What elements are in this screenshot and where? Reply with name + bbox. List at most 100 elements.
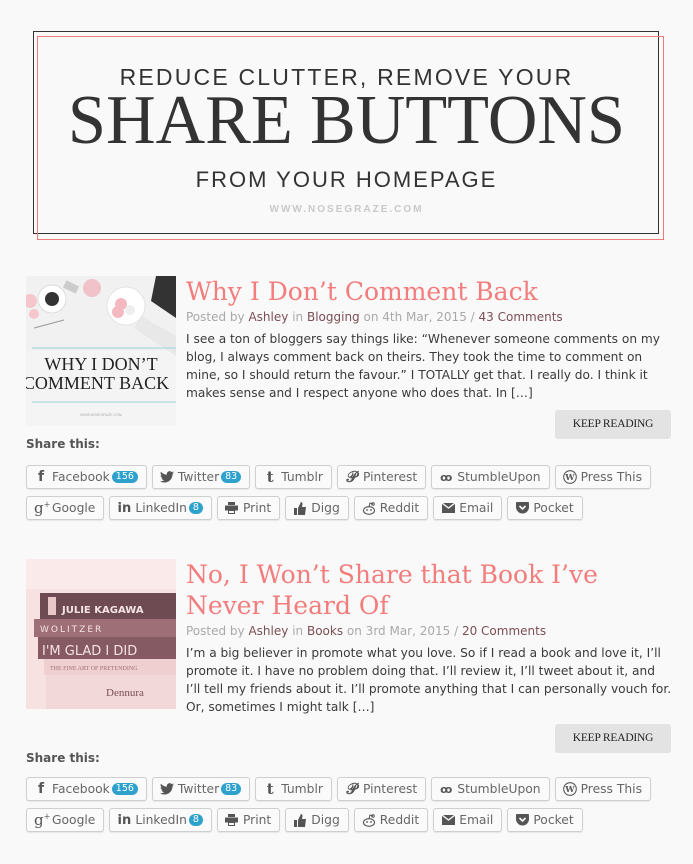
book-stack-image: JULIE KAGAWA WOLITZER I'M GLAD I DID THE… [26,559,176,709]
comments-link[interactable]: 20 Comments [462,624,546,638]
twitter-icon [159,783,174,795]
share-row-1: f Facebook 156 Twitter 83 t Tumblr 𝒫 Pinterest ꝏ S… [26,465,651,489]
share-google-button[interactable]: g+ Google [26,808,105,832]
comments-link[interactable]: 43 Comments [479,310,563,324]
post-excerpt: I’m a big believer in promote what you l… [186,646,672,714]
share-print-button[interactable]: Print [216,808,281,832]
google-plus-icon: g+ [34,499,51,517]
category-link[interactable]: Blogging [307,310,360,324]
share-button-label: LinkedIn [135,501,187,515]
wordpress-icon: W [562,470,577,484]
meta-in: in [292,310,304,324]
share-email-button[interactable]: Email [433,496,503,520]
share-facebook-button[interactable]: f Facebook 156 [26,777,147,801]
share-digg-button[interactable]: Digg [285,496,349,520]
share-pocket-button[interactable]: Pocket [507,496,583,520]
tumblr-icon: t [266,468,274,486]
post-meta: Posted by Ashley in Books on 3rd Mar, 20… [186,623,672,639]
share-reddit-button[interactable]: Reddit [353,496,429,520]
banner-url: WWW.NOSEGRAZE.COM [269,204,424,215]
share-digg-button[interactable]: Digg [285,808,349,832]
share-button-label: Google [52,501,96,515]
share-tumblr-button[interactable]: t Tumblr [255,465,332,489]
banner-line-3: FROM YOUR HOMEPAGE [195,167,498,192]
share-stumbleupon-button[interactable]: ꝏ StumbleUpon [431,777,550,801]
post-2: JULIE KAGAWA WOLITZER I'M GLAD I DID THE… [26,559,672,839]
share-google-button[interactable]: g+ Google [26,496,105,520]
pinterest-icon: 𝒫 [346,468,358,486]
share-label: Share this: [26,437,100,451]
email-icon [441,815,455,825]
share-press-this-button[interactable]: W Press This [554,777,651,801]
share-twitter-button[interactable]: Twitter 83 [151,777,251,801]
linkedin-icon: in [117,812,132,828]
share-button-label: Press This [580,782,642,796]
pinterest-icon: 𝒫 [346,780,358,798]
svg-text:W: W [564,784,575,794]
share-linkedin-button[interactable]: in LinkedIn 8 [109,808,212,832]
post-meta: Posted by Ashley in Blogging on 4th Mar,… [186,309,672,325]
book-spine-5: Dennura [106,687,144,699]
share-tumblr-button[interactable]: t Tumblr [255,777,332,801]
share-email-button[interactable]: Email [433,808,503,832]
twitter-icon [159,471,174,483]
share-count-badge: 83 [221,783,242,795]
share-button-label: StumbleUpon [457,470,541,484]
post-body: No, I Won’t Share that Book I’ve Never H… [186,559,672,716]
share-linkedin-button[interactable]: in LinkedIn 8 [109,496,212,520]
share-button-label: Print [242,501,272,515]
post-thumbnail[interactable]: JULIE KAGAWA WOLITZER I'M GLAD I DID THE… [26,559,176,709]
meta-date: on 3rd Mar, 2015 / [346,624,459,638]
share-reddit-button[interactable]: Reddit [353,808,429,832]
share-button-label: StumbleUpon [457,782,541,796]
share-button-label: Facebook [52,470,110,484]
share-pinterest-button[interactable]: 𝒫 Pinterest [336,465,427,489]
share-label: Share this: [26,751,100,765]
pocket-icon [515,502,529,514]
share-button-label: Digg [311,813,340,827]
stumbleupon-icon: ꝏ [440,782,453,796]
share-button-label: Facebook [52,782,110,796]
book-spine-3: I'M GLAD I DID [42,644,137,659]
share-button-label: Pocket [533,813,574,827]
post-title[interactable]: No, I Won’t Share that Book I’ve Never H… [186,559,672,621]
share-pocket-button[interactable]: Pocket [507,808,583,832]
author-link[interactable]: Ashley [248,310,288,324]
share-count-badge: 156 [111,783,138,795]
share-row-1: f Facebook 156 Twitter 83 t Tumblr 𝒫 Pinterest ꝏ S… [26,777,651,801]
linkedin-icon: in [117,500,132,516]
keep-reading-button[interactable]: KEEP READING [555,724,671,753]
share-facebook-button[interactable]: f Facebook 156 [26,465,147,489]
share-stumbleupon-button[interactable]: ꝏ StumbleUpon [431,465,550,489]
share-button-label: Reddit [379,501,420,515]
thumbs-up-icon [293,501,307,515]
share-count-badge: 8 [188,814,203,826]
share-twitter-button[interactable]: Twitter 83 [151,465,251,489]
share-row-2: g+ Google in LinkedIn 8 Print Digg Reddit Email P… [26,808,583,832]
keep-reading-button[interactable]: KEEP READING [555,410,671,439]
category-link[interactable]: Books [307,624,343,638]
share-press-this-button[interactable]: W Press This [554,465,651,489]
post-thumbnail[interactable]: WHY I DON’T COMMENT BACK WWW.NOSEGRAZE.C… [26,276,176,426]
meta-date: on 4th Mar, 2015 / [363,310,475,324]
share-button-label: Reddit [379,813,420,827]
meta-posted-by: Posted by [186,310,245,324]
post-excerpt: I see a ton of bloggers say things like:… [186,332,661,400]
hero-banner: REDUCE CLUTTER, REMOVE YOUR SHARE BUTTON… [33,31,664,240]
share-pinterest-button[interactable]: 𝒫 Pinterest [336,777,427,801]
thumb-caption: WWW.NOSEGRAZE.COM [80,413,122,417]
share-button-label: LinkedIn [135,813,187,827]
share-print-button[interactable]: Print [216,496,281,520]
post-title[interactable]: Why I Don’t Comment Back [186,276,672,307]
post-body: Why I Don’t Comment Back Posted by Ashle… [186,276,672,402]
tumblr-icon: t [266,780,274,798]
facebook-icon: f [37,469,45,485]
post-1: WHY I DON’T COMMENT BACK WWW.NOSEGRAZE.C… [26,276,672,536]
email-icon [441,503,455,513]
author-link[interactable]: Ashley [248,624,288,638]
google-plus-icon: g+ [34,811,51,829]
share-button-label: Tumblr [281,782,323,796]
facebook-icon: f [37,781,45,797]
share-button-label: Email [459,813,494,827]
share-button-label: Twitter [177,470,220,484]
